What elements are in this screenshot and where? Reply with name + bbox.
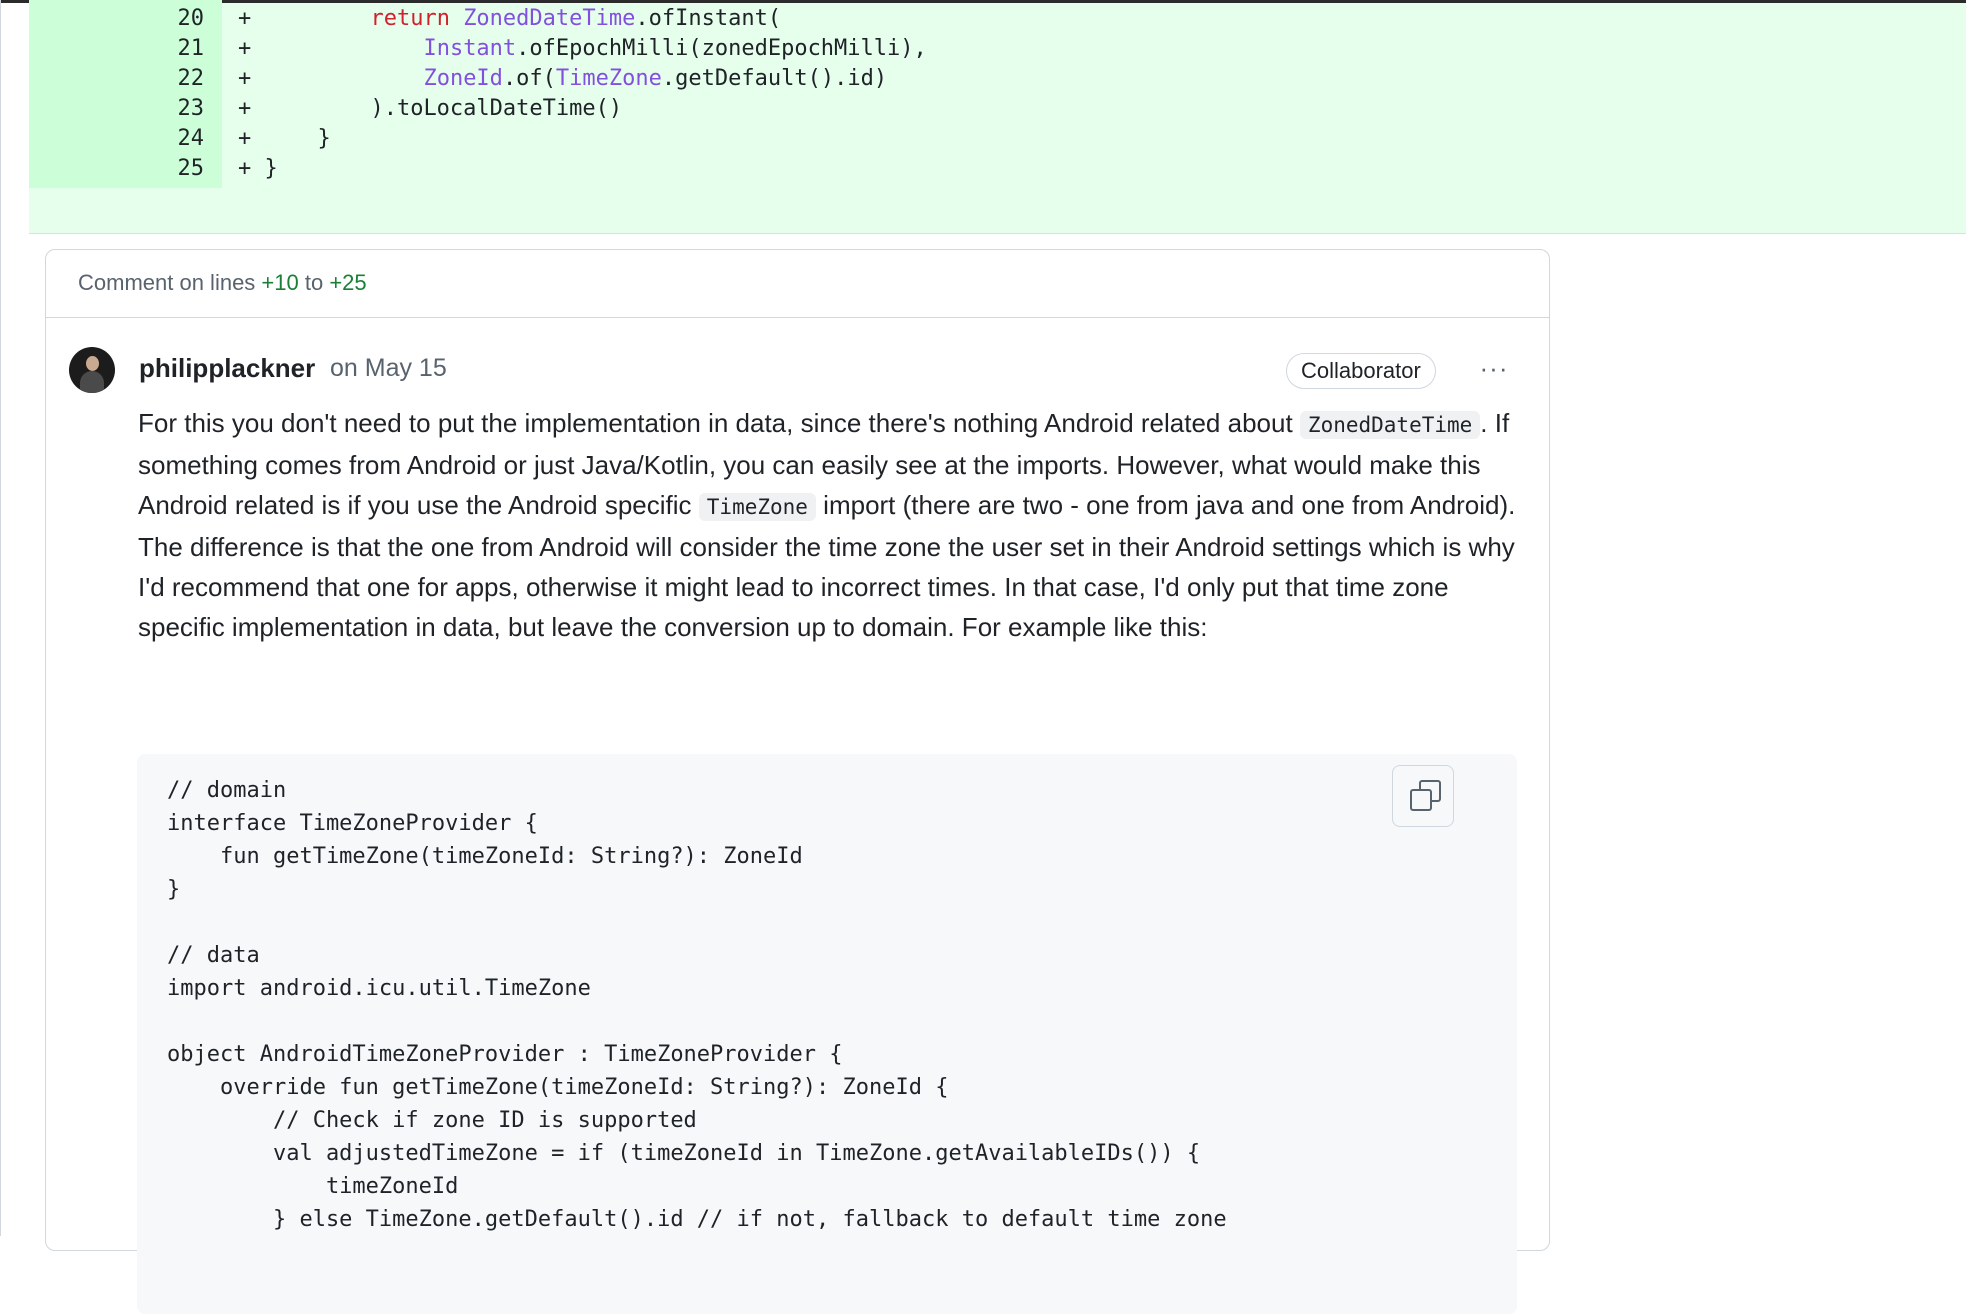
diff-code: + }	[238, 150, 278, 188]
comment-paragraph-1: For this you don't need to put the imple…	[138, 403, 1518, 527]
range-end[interactable]: +25	[329, 270, 366, 295]
code-token: ).toLocalDateTime()	[264, 96, 623, 121]
code-token: Instant	[423, 36, 517, 61]
review-comment-thread: Comment on lines +10 to +25 philipplackn…	[45, 249, 1550, 1314]
p1-text-a: For this you don't need to put the imple…	[138, 408, 1293, 438]
code-line: val adjustedTimeZone = if (timeZoneId in…	[167, 1141, 1201, 1166]
diff-sign: +	[238, 66, 252, 91]
diff-sign: +	[238, 126, 252, 151]
p1-text-c: import (there are two - one from java an…	[823, 490, 1516, 520]
avatar-head	[86, 356, 99, 371]
code-token: }	[264, 156, 278, 181]
inline-code-zoneddatetime: ZonedDateTime	[1299, 411, 1481, 439]
code-line: timeZoneId	[167, 1174, 459, 1199]
comment-paragraph-2: The difference is that the one from Andr…	[138, 532, 1515, 642]
code-token: .ofEpochMilli(zonedEpochMilli),	[516, 36, 927, 61]
comment-author[interactable]: philipplackner	[139, 353, 315, 384]
diff-line: 25 + }	[29, 150, 1966, 188]
code-token: .getDefault().id)	[661, 66, 888, 91]
avatar[interactable]	[69, 347, 115, 393]
diff-added-block: 20 + return ZonedDateTime.ofInstant(21 + I…	[29, 0, 1966, 234]
code-token: TimeZone	[555, 66, 662, 91]
diff-sign: +	[238, 96, 252, 121]
code-line: // Check if zone ID is supported	[167, 1108, 697, 1133]
code-token: }	[264, 126, 331, 151]
code-line: // data	[167, 943, 260, 968]
code-line: }	[167, 877, 181, 902]
avatar-torso	[80, 371, 104, 393]
code-token: ZonedDateTime	[463, 6, 636, 31]
diff-sign: +	[238, 156, 252, 181]
code-line: } else TimeZone.getDefault().id // if no…	[167, 1207, 1227, 1232]
comment-body: For this you don't need to put the imple…	[138, 403, 1518, 647]
comment-date[interactable]: on May 15	[330, 354, 447, 383]
inline-code-timezone: TimeZone	[698, 493, 816, 521]
left-border	[0, 0, 1, 1236]
code-token: ZoneId	[423, 66, 503, 91]
copy-icon-front	[1410, 789, 1432, 811]
thread-title-mid: to	[298, 270, 330, 295]
thread-title: Comment on lines +10 to +25	[78, 270, 367, 296]
range-start[interactable]: +10	[261, 270, 298, 295]
code-token: .of(	[502, 66, 556, 91]
code-line: interface TimeZoneProvider {	[167, 811, 538, 836]
diff-sign: +	[238, 36, 252, 61]
code-line: override fun getTimeZone(timeZoneId: Str…	[167, 1075, 949, 1100]
diff-sign: +	[238, 6, 252, 31]
copy-button[interactable]	[1392, 765, 1454, 827]
thread-title-prefix: Comment on lines	[78, 270, 262, 295]
code-block: // domain interface TimeZoneProvider { fu…	[137, 754, 1517, 1314]
line-number[interactable]: 25	[29, 150, 205, 188]
code-line: import android.icu.util.TimeZone	[167, 976, 591, 1001]
kebab-horizontal-icon[interactable]: ···	[1474, 355, 1514, 382]
code-line: object AndroidTimeZoneProvider : TimeZon…	[167, 1042, 843, 1067]
code-line: // domain	[167, 778, 287, 803]
thread-header: Comment on lines +10 to +25	[46, 250, 1549, 318]
code-token: return	[370, 6, 464, 31]
code-token: .ofInstant(	[635, 6, 782, 31]
code-line: fun getTimeZone(timeZoneId: String?): Zo…	[167, 844, 803, 869]
collaborator-badge: Collaborator	[1286, 353, 1436, 389]
